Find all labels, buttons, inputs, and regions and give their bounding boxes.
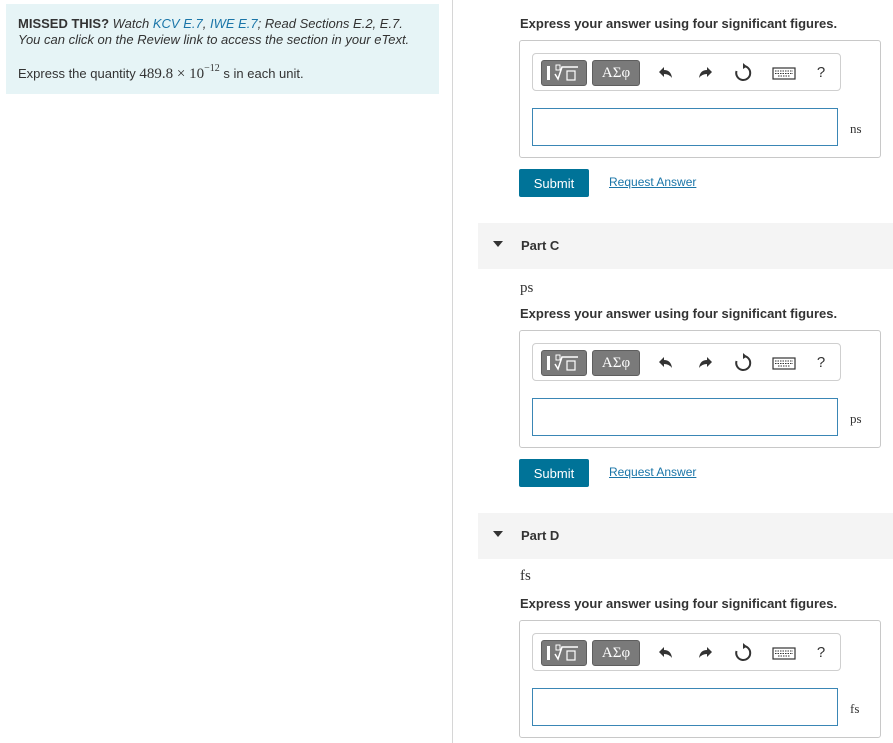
collapse-caret-icon (493, 531, 503, 537)
templates-button[interactable] (541, 60, 587, 86)
keyboard-icon[interactable] (772, 353, 796, 373)
request-answer-link-part-c[interactable]: Request Answer (609, 465, 696, 479)
watch-label: Watch (112, 16, 150, 31)
answer-panel-part-b: ΑΣφ ? ns (519, 40, 881, 158)
iwe-link[interactable]: IWE E.7 (210, 16, 258, 31)
templates-icon (547, 644, 578, 661)
reset-icon[interactable] (733, 63, 753, 83)
templates-button[interactable] (541, 640, 587, 666)
hint-line: MISSED THIS? Watch KCV E.7, IWE E.7; Rea… (18, 16, 403, 31)
quantity-exponent: −12 (204, 63, 220, 74)
symbols-button[interactable]: ΑΣφ (592, 350, 640, 376)
instruction-part-d: Express your answer using four significa… (520, 596, 838, 611)
templates-icon (547, 354, 578, 371)
help-icon[interactable]: ? (814, 643, 828, 663)
templates-icon (547, 64, 578, 81)
instruction-part-c: Express your answer using four significa… (520, 306, 838, 321)
keyboard-icon[interactable] (772, 643, 796, 663)
answer-input-part-d[interactable] (532, 688, 838, 726)
redo-icon[interactable] (695, 63, 715, 83)
submit-button-part-b[interactable]: Submit (519, 169, 589, 197)
answer-panel-part-c: ΑΣφ ? ps (519, 330, 881, 448)
submit-button-part-c[interactable]: Submit (519, 459, 589, 487)
redo-icon[interactable] (695, 353, 715, 373)
read-sections-label: ; Read Sections E.2, E.7. (257, 16, 403, 31)
symbols-button[interactable]: ΑΣφ (592, 60, 640, 86)
instruction-part-b: Express your answer using four significa… (520, 16, 838, 31)
quantity-value: 489.8 × 10 (139, 66, 205, 82)
undo-icon[interactable] (656, 353, 676, 373)
undo-icon[interactable] (656, 643, 676, 663)
part-c-header[interactable]: Part C (478, 223, 893, 269)
unit-lead-part-c: ps (520, 280, 534, 296)
unit-lead-part-d: fs (520, 568, 531, 584)
keyboard-icon[interactable] (772, 63, 796, 83)
unit-label-part-c: ps (850, 411, 862, 426)
column-divider (452, 0, 453, 743)
request-answer-link-part-b[interactable]: Request Answer (609, 175, 696, 189)
unit-label-part-b: ns (850, 121, 862, 136)
math-toolbar: ΑΣφ ? (532, 53, 841, 91)
redo-icon[interactable] (695, 643, 715, 663)
help-icon[interactable]: ? (814, 63, 828, 83)
review-hint: You can click on the Review link to acce… (18, 32, 410, 47)
reset-icon[interactable] (733, 643, 753, 663)
answer-input-part-b[interactable] (532, 108, 838, 146)
symbols-button[interactable]: ΑΣφ (592, 640, 640, 666)
templates-button[interactable] (541, 350, 587, 376)
part-c-title: Part C (521, 238, 560, 253)
answer-input-part-c[interactable] (532, 398, 838, 436)
collapse-caret-icon (493, 241, 503, 247)
problem-statement: Express the quantity 489.8 × 10−12 s in … (18, 63, 304, 82)
reset-icon[interactable] (733, 353, 753, 373)
unit-label-part-d: fs (850, 701, 860, 716)
math-toolbar: ΑΣφ ? (532, 343, 841, 381)
undo-icon[interactable] (656, 63, 676, 83)
kcv-link[interactable]: KCV E.7 (153, 16, 203, 31)
part-d-title: Part D (521, 528, 560, 543)
answer-panel-part-d: ΑΣφ ? fs (519, 620, 881, 738)
missed-this-label: MISSED THIS? (18, 16, 110, 31)
help-icon[interactable]: ? (814, 353, 828, 373)
math-toolbar: ΑΣφ ? (532, 633, 841, 671)
hint-box: MISSED THIS? Watch KCV E.7, IWE E.7; Rea… (6, 4, 439, 94)
part-d-header[interactable]: Part D (478, 513, 893, 559)
